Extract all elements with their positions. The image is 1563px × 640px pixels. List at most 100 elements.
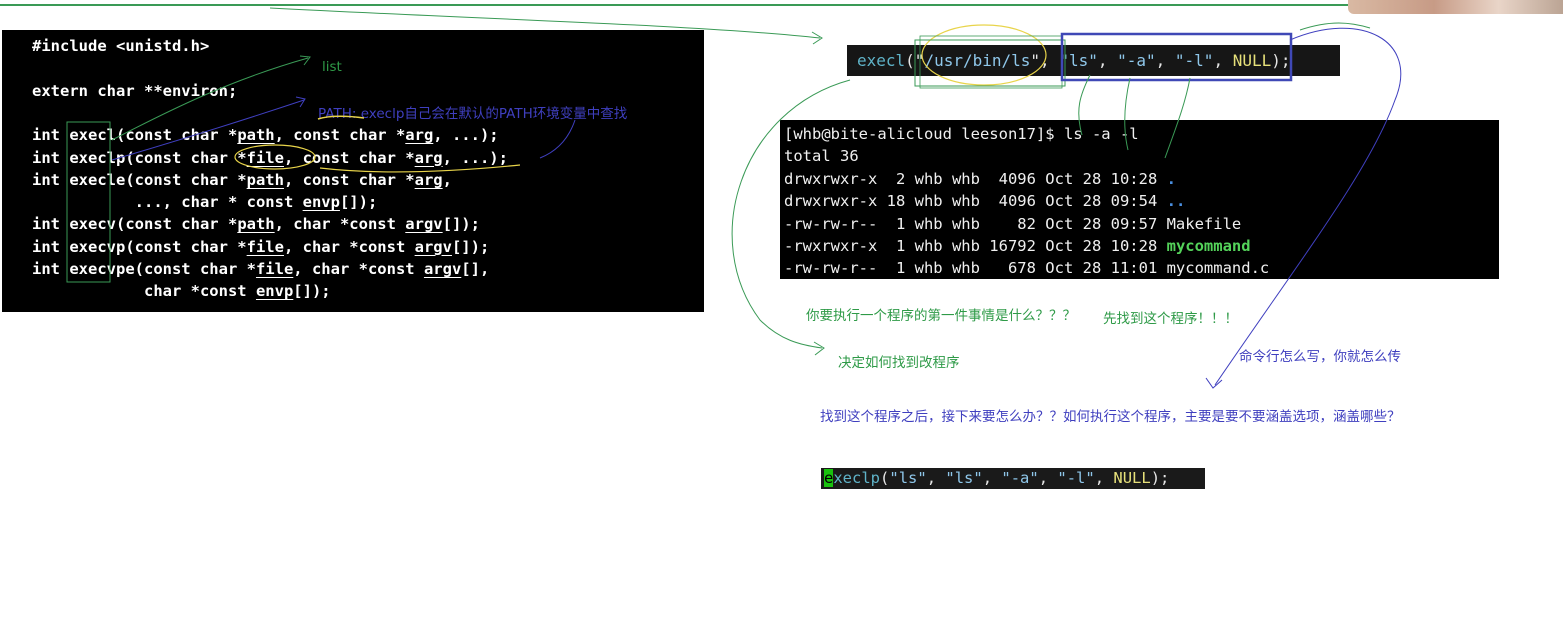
snippet-token: ,: [982, 469, 1002, 487]
code-text: , const char *: [274, 126, 406, 145]
code-param: path: [237, 215, 275, 234]
snippet-token: ,: [1094, 469, 1114, 487]
terminal-text: -rwxrwxr-x 1 whb whb 16792 Oct 28 10:28: [784, 237, 1167, 255]
code-text: ,: [442, 170, 452, 189]
code-param: arg: [414, 170, 443, 189]
code-text: []);: [442, 215, 480, 234]
code-param: arg: [405, 126, 434, 145]
snippet-token: xeclp: [833, 469, 881, 487]
snippet-token: ",: [1030, 51, 1060, 70]
snippet-token: NULL: [1113, 469, 1151, 487]
annotation-path-note: PATH: execlp自己会在默认的PATH环境变量中查找: [318, 106, 628, 122]
code-text: int execvp(const char *: [32, 237, 247, 256]
code-text: , ...);: [442, 148, 508, 167]
code-param: file: [246, 237, 284, 256]
terminal-output-line: -rwxrwxr-x 1 whb whb 16792 Oct 28 10:28 …: [784, 235, 1251, 257]
code-line: int execvp(const char *file, char *const…: [32, 237, 489, 257]
snippet-token: "-a": [1117, 51, 1156, 70]
code-text: [],: [461, 260, 490, 278]
terminal-output-line: total 36: [784, 145, 859, 167]
code-line: extern char **environ;: [32, 81, 237, 101]
snippet-token: );: [1150, 469, 1170, 487]
code-text: char *const: [32, 282, 256, 301]
snippet-token: );: [1271, 51, 1291, 70]
terminal-text: .: [1166, 169, 1176, 188]
code-line: int execvpe(const char *file, char *cons…: [32, 259, 489, 279]
snippet-token: ,: [1213, 51, 1233, 70]
code-text: int execl(const char *: [32, 126, 238, 145]
terminal-text: -rw-rw-r-- 1 whb whb 82 Oct 28 09:57 Mak…: [784, 214, 1242, 233]
terminal-text: -rw-rw-r-- 1 whb whb 678 Oct 28 11:01 my…: [784, 259, 1270, 278]
annotation-decide-how: 决定如何找到改程序: [838, 355, 960, 371]
code-text: #include <unistd.h>: [32, 37, 210, 55]
code-text: , const char *: [283, 170, 415, 189]
snippet-token: execl: [857, 51, 906, 70]
code-param: argv: [423, 260, 462, 278]
code-param: path: [237, 126, 275, 145]
terminal-output-line: -rw-rw-r-- 1 whb whb 82 Oct 28 09:57 Mak…: [784, 213, 1241, 235]
code-param: arg: [414, 148, 443, 167]
code-line: int execle(const char *path, const char …: [32, 170, 452, 190]
code-line: int execlp(const char *file, const char …: [32, 148, 508, 168]
terminal-text: ..: [1166, 192, 1186, 211]
snippet-token: "-l": [1174, 51, 1214, 70]
code-param: envp: [255, 282, 294, 301]
code-param: argv: [405, 215, 443, 234]
annotation-answer-first: 先找到这个程序！！！: [1103, 311, 1238, 327]
snippet-token: ,: [1038, 469, 1058, 487]
execl-call-snippet: execl("/usr/bin/ls", "ls", "-a", "-l", N…: [847, 45, 1340, 76]
snippet-token: ,: [1097, 51, 1118, 70]
code-text: , char *const: [293, 260, 424, 278]
top-divider-line: [0, 4, 1350, 6]
code-text: , char *const: [283, 237, 415, 256]
snippet-token: (: [880, 469, 890, 487]
terminal-prompt-line: [whb@bite-alicloud leeson17]$ ls -a -l: [784, 123, 1139, 145]
code-line: ..., char * const envp[]);: [32, 192, 378, 212]
terminal-text: drwxrwxr-x 18 whb whb 4096 Oct 28 09:54: [784, 192, 1167, 211]
annotation-list: list: [322, 59, 342, 75]
snippet-token: ,: [926, 469, 946, 487]
code-param: envp: [302, 193, 340, 212]
code-param: argv: [414, 237, 452, 256]
snippet-token: (": [905, 51, 925, 70]
terminal-text: total 36: [784, 147, 859, 166]
code-text: , char *const: [274, 215, 406, 234]
code-text: []);: [293, 282, 331, 301]
code-param: path: [246, 170, 284, 189]
snippet-token: NULL: [1232, 51, 1272, 70]
execlp-call-snippet: execlp("ls", "ls", "-a", "-l", NULL);: [821, 468, 1205, 489]
terminal-text: drwxrwxr-x 2 whb whb 4096 Oct 28 10:28: [784, 169, 1167, 188]
terminal-output-line: drwxrwxr-x 18 whb whb 4096 Oct 28 09:54 …: [784, 190, 1185, 212]
code-text: []);: [451, 237, 490, 256]
presenter-camera-thumbnail: [1348, 0, 1563, 14]
code-param: file: [246, 148, 284, 167]
snippet-token: e: [824, 469, 834, 487]
terminal-text: [whb@bite-alicloud leeson17]$ ls -a -l: [784, 125, 1139, 143]
code-param: file: [255, 260, 294, 278]
snippet-token: "-a": [1001, 469, 1039, 487]
code-text: , ...);: [433, 126, 499, 145]
code-text: , const char *: [283, 148, 415, 167]
code-line: int execv(const char *path, char *const …: [32, 214, 480, 234]
code-text: int execv(const char *: [32, 215, 238, 234]
code-line: #include <unistd.h>: [32, 36, 209, 56]
code-text: int execvpe(const char *: [32, 260, 256, 278]
code-text: []);: [339, 193, 378, 212]
annotation-cmdline-note: 命令行怎么写，你就怎么传: [1239, 349, 1401, 365]
code-text: ..., char * const: [32, 193, 303, 212]
snippet-token: "-l": [1057, 469, 1095, 487]
snippet-token: "ls": [889, 469, 927, 487]
terminal-output-line: drwxrwxr-x 2 whb whb 4096 Oct 28 10:28 .: [784, 168, 1176, 190]
code-text: int execle(const char *: [32, 170, 247, 189]
terminal-text: mycommand: [1166, 237, 1251, 255]
snippet-token: /usr/bin/ls: [924, 51, 1031, 70]
exec-prototypes-code-panel: #include <unistd.h> extern char **environ…: [2, 30, 704, 312]
code-text: int execlp(const char *: [32, 148, 247, 167]
terminal-output-line: -rw-rw-r-- 1 whb whb 678 Oct 28 11:01 my…: [784, 257, 1269, 279]
snippet-token: "ls": [1059, 51, 1098, 70]
code-line: char *const envp[]);: [32, 281, 331, 301]
terminal-output-panel: [whb@bite-alicloud leeson17]$ ls -a -l to…: [780, 120, 1499, 279]
code-line: int execl(const char *path, const char *…: [32, 125, 499, 145]
code-text: extern char **environ;: [32, 81, 238, 100]
snippet-token: "ls": [945, 469, 983, 487]
